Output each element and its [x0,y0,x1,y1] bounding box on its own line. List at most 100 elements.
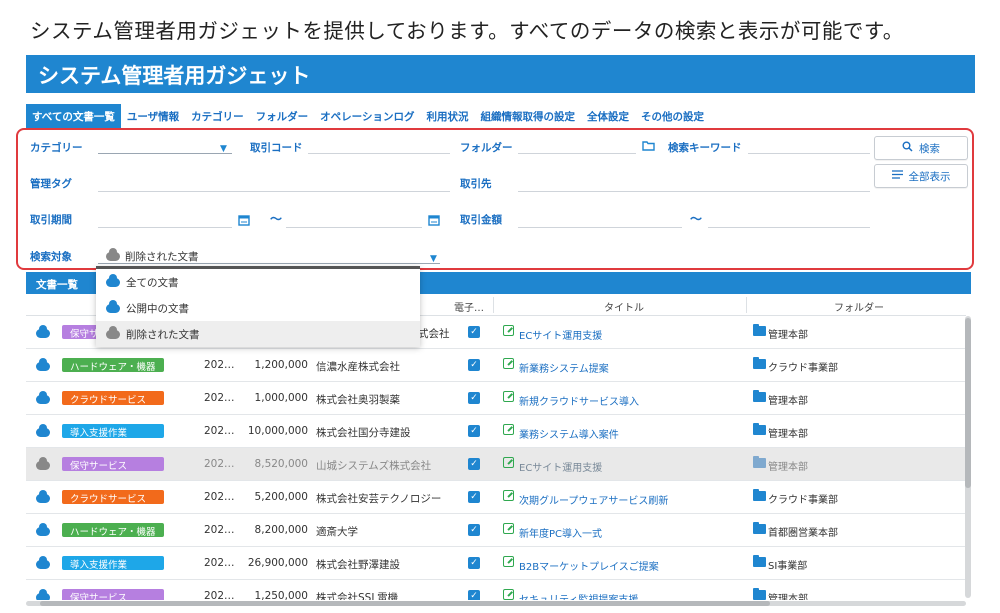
table-row[interactable]: 保守サービス 202… 1,250,000 株式会社SSL電機 ✓ セキュリティ監視提案支… [26,580,966,600]
cloud-icon [36,556,50,569]
amount-cell: 10,000,000 [247,425,308,437]
amount-min-input[interactable] [518,208,682,228]
esign-checkbox[interactable]: ✓ [468,392,480,404]
deal-code-input[interactable] [308,134,450,154]
external-link-icon[interactable] [503,556,514,567]
tab-6[interactable]: 組織情報取得の設定 [474,104,581,128]
tab-1[interactable]: ユーザ情報 [121,104,185,128]
amount-cell: 1,200,000 [254,359,308,371]
target-select-text: 削除された文書 [125,251,199,263]
show-all-button[interactable]: 全部表示 [874,164,968,188]
external-link-icon[interactable] [503,358,514,369]
date-cell: 202… [204,425,235,437]
table-row[interactable]: 導入支援作業 202… 10,000,000 株式会社国分寺建設 ✓ 業務システム導入案件… [26,415,966,448]
tab-5[interactable]: 利用状況 [420,104,474,128]
partner-input[interactable] [518,172,870,192]
external-link-icon[interactable] [503,589,514,600]
external-link-icon[interactable] [503,325,514,336]
calendar-icon[interactable] [238,214,250,229]
external-link-icon[interactable] [503,391,514,402]
document-title-link[interactable]: 業務システム導入案件 [519,426,619,441]
esign-checkbox[interactable]: ✓ [468,491,480,503]
target-select-value[interactable]: 削除された文書 [106,248,199,264]
folder-icon [753,423,766,435]
category-badge: クラウドサービス [62,391,164,406]
table-row[interactable]: クラウドサービス 202… 1,000,000 株式会社奥羽製薬 ✓ 新規クラウドサービス… [26,382,966,415]
date-cell: 202… [204,524,235,536]
esign-checkbox[interactable]: ✓ [468,425,480,437]
tag-input[interactable] [98,172,450,192]
esign-checkbox[interactable]: ✓ [468,557,480,569]
document-title-link[interactable]: 新規クラウドサービス導入 [519,393,639,408]
cloud-icon [36,358,50,371]
document-title-link[interactable]: 新業務システム提案 [519,360,609,375]
search-button[interactable]: 検索 [874,136,968,160]
date-cell: 202… [204,359,235,371]
tab-0[interactable]: すべての文書一覧 [26,104,121,128]
document-title-link[interactable]: ECサイト運用支援 [519,459,602,474]
dropdown-option[interactable]: 全ての文書 [96,269,420,295]
esign-checkbox[interactable]: ✓ [468,458,480,470]
partner-cell: 株式会社国分寺建設 [316,427,411,439]
dropdown-option[interactable]: 公開中の文書 [96,295,420,321]
table-row[interactable]: ハードウェア・機器 202… 8,200,000 適斎大学 ✓ 新年度PC導入一式 首都圏営… [26,514,966,547]
tab-2[interactable]: カテゴリー [185,104,250,128]
external-link-icon[interactable] [503,457,514,468]
vertical-scrollbar-thumb[interactable] [965,318,971,488]
keyword-input[interactable] [748,134,870,154]
table-row[interactable]: ハードウェア・機器 202… 1,200,000 信濃水産株式会社 ✓ 新業務システム提案… [26,349,966,382]
tab-3[interactable]: フォルダー [250,104,315,128]
period-label: 取引期間 [30,214,72,226]
column-header-title[interactable]: タイトル [604,299,644,314]
period-end-input[interactable] [286,208,422,228]
document-title-link[interactable]: セキュリティ監視提案支援 [519,591,638,600]
target-label: 検索対象 [30,251,72,263]
folder-cell: クラウド事業部 [768,495,838,506]
deal-code-label: 取引コード [250,142,303,154]
dropdown-option[interactable]: 削除された文書 [96,321,420,347]
chevron-down-icon[interactable]: ▼ [430,254,437,264]
external-link-icon[interactable] [503,523,514,534]
show-all-button-label: 全部表示 [908,170,951,183]
page-caption: システム管理者用ガジェットを提供しております。すべてのデータの検索と表示が可能で… [30,19,904,43]
period-start-input[interactable] [98,208,232,228]
list-icon [891,170,903,182]
folder-icon [753,357,766,369]
table-row[interactable]: 導入支援作業 202… 26,900,000 株式会社野澤建設 ✓ B2Bマーケットプレイ… [26,547,966,580]
search-panel: カテゴリー ▼ 取引コード フォルダー 検索キーワード 検索 管理タグ 取引先 … [16,128,974,270]
amount-cell: 1,250,000 [254,590,308,600]
folder-icon[interactable] [642,140,655,154]
column-header-folder[interactable]: フォルダー [834,299,884,314]
esign-checkbox[interactable]: ✓ [468,326,480,338]
period-range-separator: 〜 [270,212,283,226]
folder-input[interactable] [518,134,636,154]
esign-checkbox[interactable]: ✓ [468,590,480,600]
dropdown-option-label: 削除された文書 [126,328,200,341]
document-title-link[interactable]: ECサイト運用支援 [519,327,602,342]
document-title-link[interactable]: 次期グループウェアサービス刷新 [519,492,668,507]
partner-cell: 式会社 [418,328,450,340]
table-row[interactable]: 保守サービス 202… 8,520,000 山城システムズ株式会社 ✓ ECサイト運用支援… [26,448,966,481]
category-select[interactable] [98,134,232,154]
folder-cell: 管理本部 [768,330,808,341]
chevron-down-icon[interactable]: ▼ [220,144,227,154]
table-row[interactable]: クラウドサービス 202… 5,200,000 株式会社安芸テクノロジー ✓ 次期グループ… [26,481,966,514]
cloud-icon [36,589,50,600]
column-header-esign[interactable]: 電子… [454,299,484,314]
amount-max-input[interactable] [708,208,870,228]
tab-4[interactable]: オペレーションログ [314,104,420,128]
cloud-icon [36,457,50,470]
external-link-icon[interactable] [503,490,514,501]
amount-cell: 5,200,000 [254,491,308,503]
external-link-icon[interactable] [503,424,514,435]
tab-8[interactable]: その他の設定 [635,104,710,128]
document-title-link[interactable]: 新年度PC導入一式 [519,525,602,540]
tab-7[interactable]: 全体設定 [581,104,635,128]
gadget-banner-title: システム管理者用ガジェット [26,55,975,93]
horizontal-scrollbar-thumb[interactable] [40,601,770,606]
esign-checkbox[interactable]: ✓ [468,359,480,371]
calendar-icon[interactable] [428,214,440,229]
document-title-link[interactable]: B2Bマーケットプレイスご提案 [519,558,659,573]
esign-checkbox[interactable]: ✓ [468,524,480,536]
folder-cell: 管理本部 [768,396,808,407]
